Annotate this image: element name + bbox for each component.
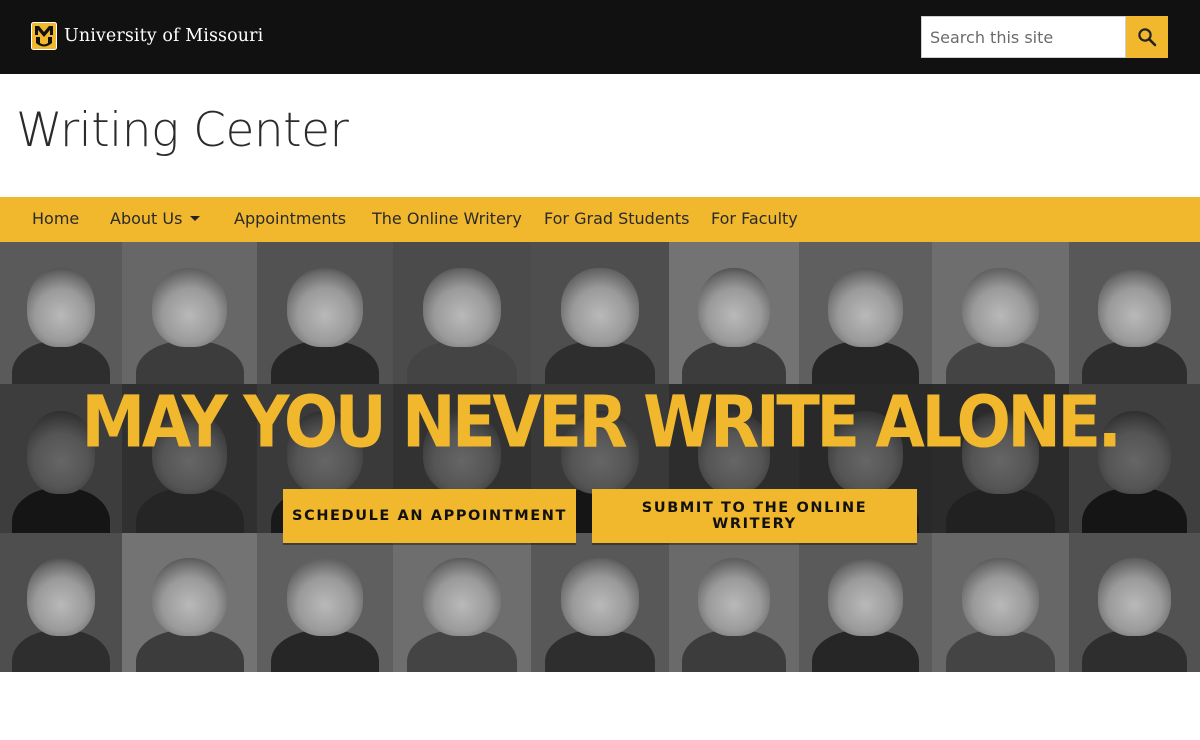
nav-item-about-us[interactable]: About Us (110, 197, 201, 242)
nav-item-home[interactable]: Home (32, 197, 79, 242)
nav-item-online-writery[interactable]: The Online Writery (372, 197, 522, 242)
staff-photo (393, 242, 531, 384)
university-name: University of Missouri (64, 26, 264, 46)
staff-photo (669, 533, 799, 672)
hero-banner: MAY YOU NEVER WRITE ALONE. SCHEDULE AN A… (0, 242, 1200, 672)
submit-online-writery-button[interactable]: SUBMIT TO THE ONLINE WRITERY (592, 489, 917, 543)
search-icon (1138, 28, 1157, 47)
staff-photo (0, 242, 122, 384)
staff-photo (1069, 242, 1200, 384)
schedule-appointment-button[interactable]: SCHEDULE AN APPOINTMENT (283, 489, 576, 543)
top-bar: University of Missouri (0, 0, 1200, 74)
mizzou-mu-logo-icon (31, 22, 57, 50)
caret-down-icon (190, 216, 201, 221)
site-title[interactable]: Writing Center (16, 103, 349, 159)
nav-item-appointments[interactable]: Appointments (234, 197, 346, 242)
nav-item-label: Home (32, 209, 80, 228)
staff-photo (0, 533, 122, 672)
nav-item-label: The Online Writery (372, 209, 522, 228)
nav-item-faculty[interactable]: For Faculty (711, 197, 798, 242)
hero-headline: MAY YOU NEVER WRITE ALONE. (81, 381, 1122, 465)
staff-photo (531, 533, 669, 672)
staff-photo (799, 533, 932, 672)
staff-photo (669, 242, 799, 384)
staff-photo (122, 242, 257, 384)
staff-photo (257, 533, 393, 672)
search-input[interactable] (921, 16, 1126, 58)
staff-photo (393, 533, 531, 672)
staff-photo (122, 533, 257, 672)
staff-photo (257, 242, 393, 384)
staff-photo (1069, 533, 1200, 672)
staff-photo (799, 242, 932, 384)
university-logo-link[interactable]: University of Missouri (31, 22, 263, 50)
staff-photo (932, 533, 1069, 672)
main-nav: Home About Us Appointments The Online Wr… (0, 197, 1200, 242)
search-button[interactable] (1126, 16, 1168, 58)
staff-photo (531, 242, 669, 384)
nav-item-label: For Grad Students (544, 209, 690, 228)
nav-item-label: For Faculty (711, 209, 798, 228)
nav-item-label: About Us (110, 209, 183, 228)
nav-item-grad-students[interactable]: For Grad Students (544, 197, 689, 242)
nav-item-label: Appointments (234, 209, 347, 228)
staff-photo (932, 242, 1069, 384)
